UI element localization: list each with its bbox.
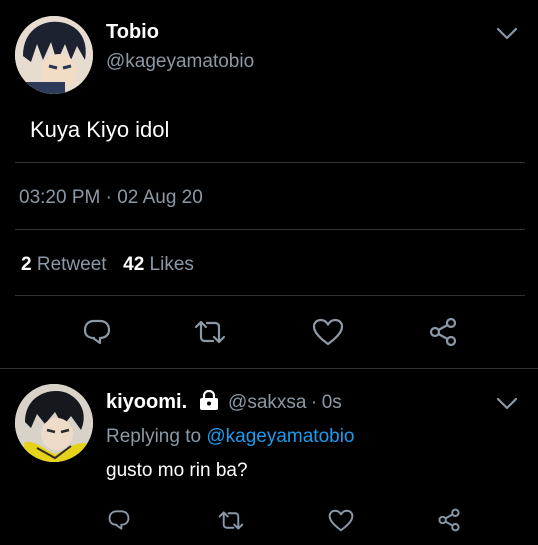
retweet-count: 2	[21, 254, 32, 275]
lock-icon	[198, 390, 220, 410]
reply-separator: ·	[310, 392, 318, 413]
reply-icon[interactable]	[80, 315, 114, 349]
heart-icon[interactable]	[311, 315, 345, 349]
chevron-down-icon[interactable]	[494, 392, 520, 416]
retweet-stat[interactable]: 2 Retweet	[21, 254, 112, 275]
tweet-timestamp: 03:20 PM · 02 Aug 20	[19, 187, 203, 209]
timestamp-separator: ·	[105, 187, 112, 208]
tweet-display-name[interactable]: Tobio	[106, 21, 159, 44]
tweet-handle[interactable]: @kageyamatobio	[106, 51, 254, 73]
replying-prefix: Replying to	[106, 426, 202, 447]
divider	[15, 162, 525, 163]
share-icon[interactable]	[435, 506, 463, 534]
retweet-icon[interactable]	[192, 315, 228, 349]
like-count: 42	[123, 254, 145, 275]
avatar[interactable]	[15, 384, 93, 462]
tweet-stats: 2 Retweet 42 Likes	[21, 254, 194, 276]
replying-to-link[interactable]: @kageyamatobio	[206, 426, 354, 447]
tweet-date: 02 Aug 20	[117, 187, 203, 208]
avatar[interactable]	[15, 16, 93, 94]
share-icon[interactable]	[426, 315, 460, 349]
tweet-time: 03:20 PM	[19, 187, 101, 208]
reply-display-name[interactable]: kiyoomi.	[106, 391, 187, 413]
like-label: Likes	[149, 254, 194, 275]
retweet-label: Retweet	[36, 254, 107, 275]
like-stat[interactable]: 42 Likes	[123, 254, 194, 275]
reply-age: 0s	[321, 392, 342, 413]
replying-to: Replying to @kageyamatobio	[106, 426, 355, 448]
reply-icon[interactable]	[105, 507, 133, 533]
chevron-down-icon[interactable]	[494, 22, 520, 46]
divider	[15, 229, 525, 230]
reply-header: kiyoomi. @sakxsa · 0s	[106, 390, 342, 414]
divider	[0, 368, 538, 369]
retweet-icon[interactable]	[216, 507, 246, 533]
reply-handle[interactable]: @sakxsa	[228, 392, 306, 413]
tweet-text: Kuya Kiyo idol	[30, 117, 170, 142]
divider	[15, 295, 525, 296]
heart-icon[interactable]	[327, 507, 355, 533]
reply-text: gusto mo rin ba?	[106, 460, 248, 481]
